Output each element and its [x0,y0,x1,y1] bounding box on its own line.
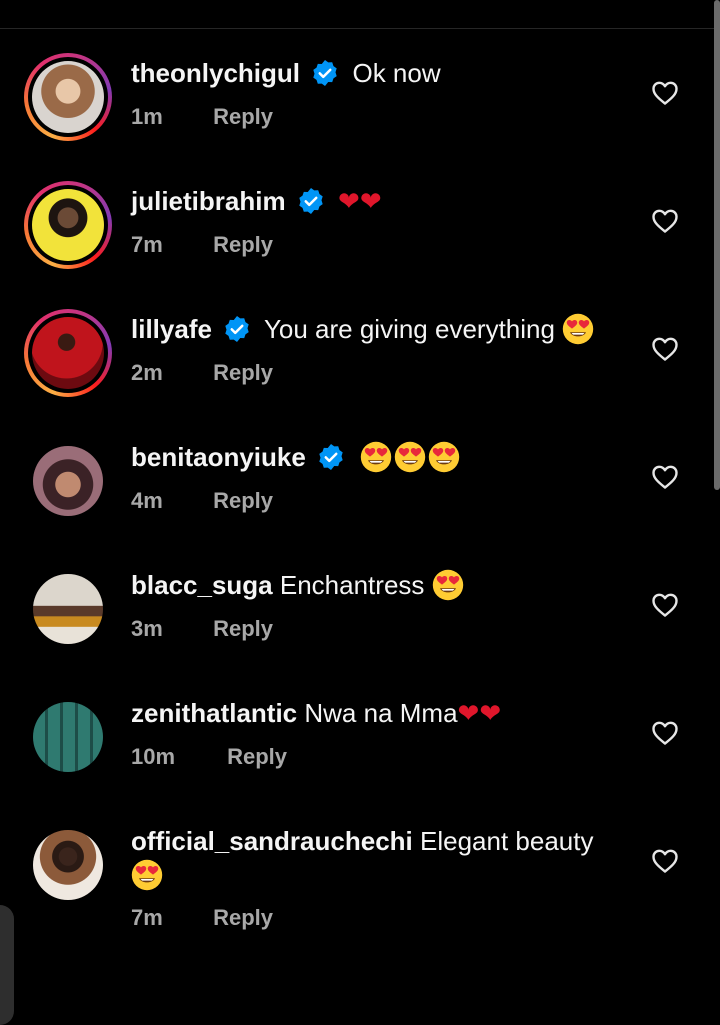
avatar-photo [32,61,104,133]
comment-text-line: blacc_suga Enchantress [131,568,630,606]
username[interactable]: lillyafe [131,314,212,344]
comment-meta: 3m Reply [131,616,273,642]
heart-eyes-emoji [360,441,392,473]
avatar[interactable] [24,53,112,141]
heart-outline-icon[interactable] [651,208,679,234]
comment-body: Ok now [352,58,441,88]
comment-text-line: lillyafe You are giving everything [131,312,630,350]
timestamp: 1m [131,104,163,129]
username[interactable]: benitaonyiuke [131,442,306,472]
comment-meta: 2m Reply [131,360,273,386]
verified-badge-icon [223,315,251,343]
reply-button[interactable]: Reply [213,104,273,129]
comment-text-line: official_sandrauchechi Elegant beauty [131,824,630,896]
comment-body: ❤❤ [338,187,382,217]
username[interactable]: theonlychigul [131,58,300,88]
heart-outline-icon[interactable] [651,464,679,490]
comment-meta: 4m Reply [131,488,273,514]
verified-badge-icon [311,59,339,87]
reply-button[interactable]: Reply [213,616,273,641]
username[interactable]: julietibrahim [131,186,286,216]
avatar-photo [32,317,104,389]
comment-meta: 7m Reply [131,232,273,258]
heart-eyes-emoji [394,441,426,473]
reply-button[interactable]: Reply [227,744,287,769]
username[interactable]: official_sandrauchechi [131,826,413,856]
reply-button[interactable]: Reply [213,232,273,257]
heart-eyes-emoji [432,569,464,601]
heart-emoji: ❤❤ [457,699,502,729]
heart-eyes-emoji [131,859,163,891]
comment-body: Enchantress [279,570,425,600]
timestamp: 7m [131,905,163,930]
avatar-photo [33,574,103,644]
comment-meta: 10m Reply [131,744,287,770]
comment-meta: 1m Reply [131,104,273,130]
comment-body: Elegant beauty [420,826,594,856]
heart-outline-icon[interactable] [651,848,679,874]
avatar[interactable] [24,181,112,269]
comment-meta: 7m Reply [131,905,273,931]
comment-text-line: benitaonyiuke [131,440,630,478]
comment-body: You are giving everything [263,314,555,344]
comment-text-line: zenithatlantic Nwa na Mma❤❤ [131,696,630,731]
heart-eyes-emoji [428,441,460,473]
avatar[interactable] [24,309,112,397]
avatar[interactable] [24,437,112,525]
comment-text-line: theonlychigul Ok now [131,56,630,91]
avatar[interactable] [24,693,112,781]
timestamp: 2m [131,360,163,385]
scrollbar[interactable] [714,0,720,490]
comment-body: Nwa na Mma [304,698,458,728]
heart-outline-icon[interactable] [651,592,679,618]
reply-button[interactable]: Reply [213,360,273,385]
reply-button[interactable]: Reply [213,905,273,930]
avatar-photo [33,446,103,516]
avatar-photo [33,830,103,900]
timestamp: 3m [131,616,163,641]
username[interactable]: zenithatlantic [131,698,297,728]
avatar-photo [32,189,104,261]
heart-outline-icon[interactable] [651,720,679,746]
reply-button[interactable]: Reply [213,488,273,513]
timestamp: 4m [131,488,163,513]
timestamp: 7m [131,232,163,257]
avatar[interactable] [24,565,112,653]
verified-badge-icon [297,187,325,215]
edge-handle[interactable] [0,905,14,1025]
timestamp: 10m [131,744,176,769]
heart-outline-icon[interactable] [651,336,679,362]
top-divider [0,28,720,29]
verified-badge-icon [317,443,345,471]
avatar-photo [33,702,103,772]
heart-eyes-emoji [562,313,594,345]
comment-text-line: julietibrahim ❤❤ [131,184,630,219]
avatar[interactable] [24,821,112,909]
username[interactable]: blacc_suga [131,570,273,600]
heart-outline-icon[interactable] [651,80,679,106]
